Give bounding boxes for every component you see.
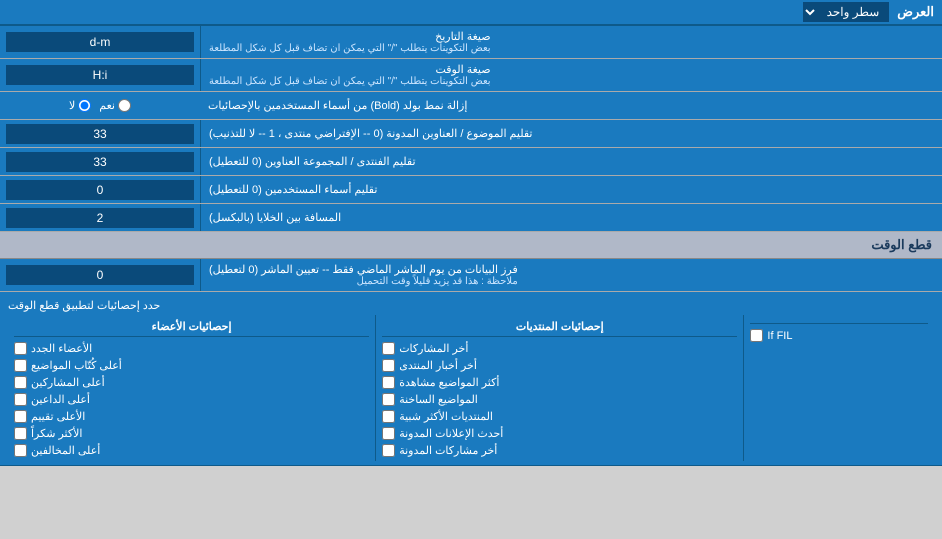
bold-remove-row: إزالة نمط بولد (Bold) من أسماء المستخدمي… — [0, 92, 942, 120]
radio-yes[interactable] — [118, 99, 131, 112]
time-format-label: صيغة الوقت بعض التكوينات يتطلب "/" التي … — [200, 59, 942, 91]
time-format-input-container — [0, 59, 200, 91]
date-format-input-container — [0, 26, 200, 58]
spacing-input[interactable] — [6, 208, 194, 228]
col1-item-3: أعلى الداعين — [14, 391, 369, 408]
spacing-label: المسافة بين الخلايا (بالبكسل) — [200, 204, 942, 231]
col1-checkbox-0[interactable] — [14, 342, 27, 355]
username-order-label: تقليم أسماء المستخدمين (0 للتعطيل) — [200, 176, 942, 203]
cutoff-input[interactable] — [6, 265, 194, 285]
subject-order-label: تقليم الموضوع / العناوين المدونة (0 -- ا… — [200, 120, 942, 147]
col2-item-5: أحدث الإعلانات المدونة — [382, 425, 737, 442]
col2-item-0: أخر المشاركات — [382, 340, 737, 357]
bold-remove-label: إزالة نمط بولد (Bold) من أسماء المستخدمي… — [200, 92, 942, 119]
col1-checkbox-2[interactable] — [14, 376, 27, 389]
bold-remove-input: نعم لا — [0, 92, 200, 119]
stats-label: حدد إحصائيات لتطبيق قطع الوقت — [8, 296, 934, 315]
cutoff-section-header: قطع الوقت — [0, 232, 942, 259]
col2-checkbox-0[interactable] — [382, 342, 395, 355]
col2-item-3: المواضيع الساخنة — [382, 391, 737, 408]
col2-checkbox-4[interactable] — [382, 410, 395, 423]
col3-header — [750, 317, 928, 324]
checkbox-ifFIL: If FIL — [750, 327, 928, 344]
col1-item-6: أعلى المخالفين — [14, 442, 369, 459]
header-label: العرض — [897, 4, 934, 20]
col2-item-4: المنتديات الأكثر شبية — [382, 408, 737, 425]
forum-order-input[interactable] — [6, 152, 194, 172]
col2-header: إحصائيات المنتديات — [382, 317, 737, 337]
forum-order-row: تقليم الفنتدى / المجموعة العناوين (0 للت… — [0, 148, 942, 176]
col1-checkbox-5[interactable] — [14, 427, 27, 440]
col1-item-1: أعلى كُتّاب المواضيع — [14, 357, 369, 374]
subject-order-input-container — [0, 120, 200, 147]
time-format-row: صيغة الوقت بعض التكوينات يتطلب "/" التي … — [0, 59, 942, 92]
col1-item-4: الأعلى تقييم — [14, 408, 369, 425]
cutoff-row: فرز البيانات من يوم الماشر الماضي فقط --… — [0, 259, 942, 292]
col2-checkbox-5[interactable] — [382, 427, 395, 440]
col1-checkbox-6[interactable] — [14, 444, 27, 457]
stats-section: حدد إحصائيات لتطبيق قطع الوقت If FIL إحص… — [0, 292, 942, 466]
display-select[interactable]: سطر واحدسطرينثلاثة أسطر — [803, 2, 889, 22]
col1-checkbox-3[interactable] — [14, 393, 27, 406]
radio-yes-label[interactable]: نعم — [99, 99, 131, 112]
col1-checkbox-4[interactable] — [14, 410, 27, 423]
username-order-input-container — [0, 176, 200, 203]
stats-col-1: إحصائيات الأعضاء الأعضاء الجددأعلى كُتّا… — [8, 315, 375, 461]
col1-item-2: أعلى المشاركين — [14, 374, 369, 391]
col1-checkbox-1[interactable] — [14, 359, 27, 372]
col1-header: إحصائيات الأعضاء — [14, 317, 369, 337]
header-row: العرض سطر واحدسطرينثلاثة أسطر — [0, 0, 942, 26]
stats-col-3: If FIL — [743, 315, 934, 461]
date-format-input[interactable] — [6, 32, 194, 52]
subject-order-input[interactable] — [6, 124, 194, 144]
col2-checkbox-3[interactable] — [382, 393, 395, 406]
col2-checkbox-1[interactable] — [382, 359, 395, 372]
spacing-input-container — [0, 204, 200, 231]
col1-item-5: الأكثر شكراً — [14, 425, 369, 442]
username-order-row: تقليم أسماء المستخدمين (0 للتعطيل) — [0, 176, 942, 204]
time-format-input[interactable] — [6, 65, 194, 85]
spacing-row: المسافة بين الخلايا (بالبكسل) — [0, 204, 942, 232]
date-format-row: صيغة التاريخ بعض التكوينات يتطلب "/" الت… — [0, 26, 942, 59]
forum-order-input-container — [0, 148, 200, 175]
username-order-input[interactable] — [6, 180, 194, 200]
radio-no[interactable] — [78, 99, 91, 112]
radio-no-label[interactable]: لا — [69, 99, 91, 112]
stats-grid: If FIL إحصائيات المنتديات أخر المشاركاتأ… — [8, 315, 934, 461]
subject-order-row: تقليم الموضوع / العناوين المدونة (0 -- ا… — [0, 120, 942, 148]
col2-item-6: أخر مشاركات المدونة — [382, 442, 737, 459]
stats-col-2: إحصائيات المنتديات أخر المشاركاتأخر أخبا… — [375, 315, 743, 461]
forum-order-label: تقليم الفنتدى / المجموعة العناوين (0 للت… — [200, 148, 942, 175]
col2-item-1: أخر أخبار المنتدى — [382, 357, 737, 374]
cutoff-label: فرز البيانات من يوم الماشر الماضي فقط --… — [200, 259, 942, 291]
col2-item-2: أكثر المواضيع مشاهدة — [382, 374, 737, 391]
col2-checkbox-6[interactable] — [382, 444, 395, 457]
col1-item-0: الأعضاء الجدد — [14, 340, 369, 357]
date-format-label: صيغة التاريخ بعض التكوينات يتطلب "/" الت… — [200, 26, 942, 58]
col2-checkbox-2[interactable] — [382, 376, 395, 389]
checkbox-ifFIL-input[interactable] — [750, 329, 763, 342]
cutoff-input-container — [0, 259, 200, 291]
